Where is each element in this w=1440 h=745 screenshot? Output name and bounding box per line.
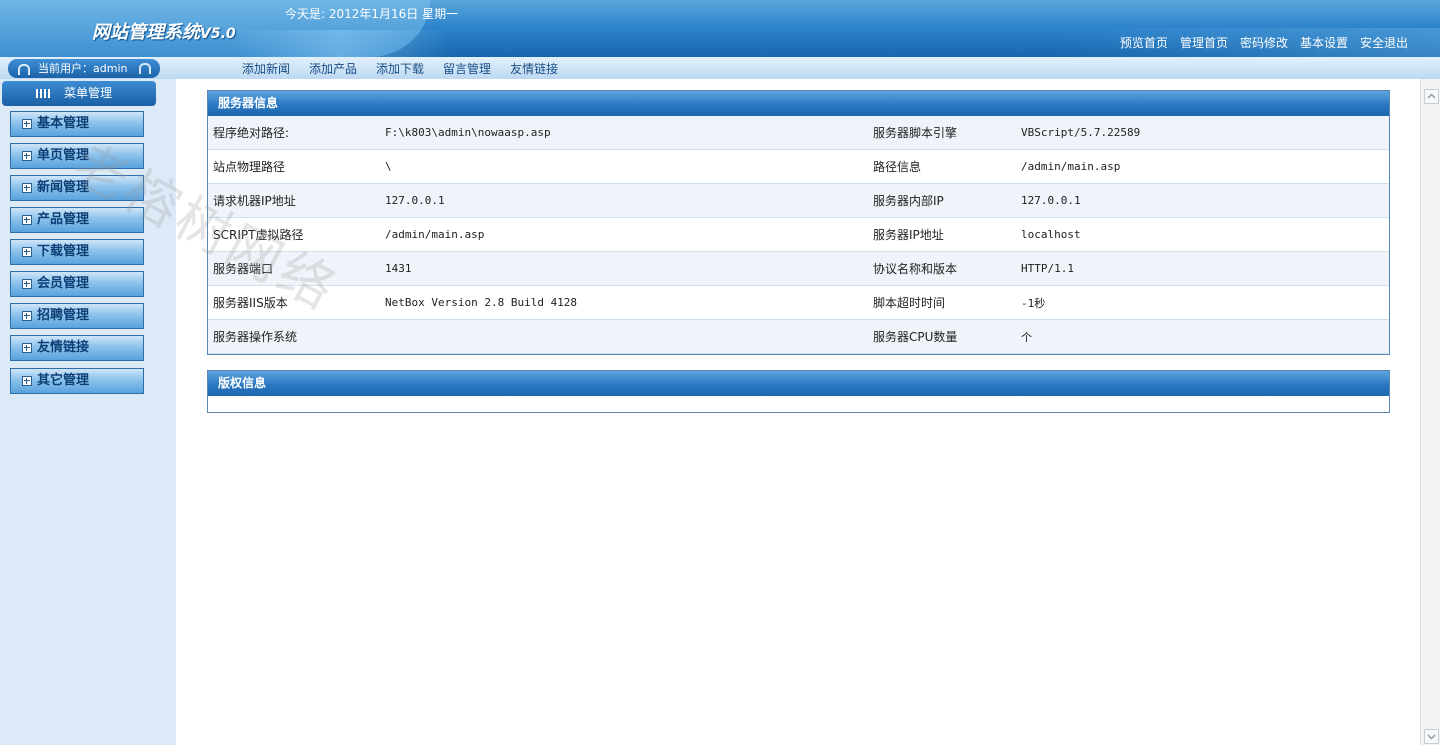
sidebar-item-news[interactable]: 新闻管理	[10, 175, 144, 201]
info-value: -1秒	[1021, 285, 1389, 320]
scroll-down-icon[interactable]	[1424, 729, 1439, 744]
info-label: 服务器IP地址	[868, 217, 1021, 252]
copyright-panel: 版权信息	[207, 370, 1390, 413]
app-logo: 网站管理系统V5.0	[92, 18, 236, 44]
sub-toolbar: 当前用户：admin 添加新闻 添加产品 添加下载 留言管理 友情链接	[0, 57, 1440, 80]
sidebar-item-friend-links[interactable]: 友情链接	[10, 335, 144, 361]
top-header: 网站管理系统V5.0 今天是: 2012年1月16日 星期一 预览首页 管理首页…	[0, 0, 1440, 57]
table-row: SCRIPT虚拟路径/admin/main.asp 服务器IP地址 localhos…	[208, 217, 1389, 252]
expand-plus-icon	[22, 215, 32, 225]
sidebar-item-products[interactable]: 产品管理	[10, 207, 144, 233]
sidebar-item-basic[interactable]: 基本管理	[10, 111, 144, 137]
sidebar-item-jobs[interactable]: 招聘管理	[10, 303, 144, 329]
sidebar-item-label: 产品管理	[37, 212, 90, 227]
logo-version: V5.0	[200, 26, 236, 42]
info-label: 协议名称和版本	[868, 251, 1021, 286]
info-value: 个	[1021, 319, 1389, 354]
info-value: localhost	[1021, 217, 1389, 252]
info-label: 服务器CPU数量	[868, 319, 1021, 354]
scroll-up-icon[interactable]	[1424, 89, 1439, 104]
sidebar-item-label: 会员管理	[37, 276, 90, 291]
sidebar-item-label: 单页管理	[37, 148, 90, 163]
top-nav-logout[interactable]: 安全退出	[1360, 34, 1408, 51]
info-value: VBScript/5.7.22589	[1021, 116, 1389, 150]
quick-nav-add-news[interactable]: 添加新闻	[242, 60, 290, 77]
expand-plus-icon	[22, 343, 32, 353]
top-nav: 预览首页 管理首页 密码修改 基本设置 安全退出	[1120, 34, 1408, 51]
info-value: 1431	[385, 251, 868, 286]
info-value: /admin/main.asp	[1021, 149, 1389, 184]
server-info-title: 服务器信息	[208, 91, 1389, 116]
info-value	[385, 319, 868, 354]
expand-plus-icon	[22, 311, 32, 321]
table-row: 服务器端口 1431 协议名称和版本 HTTP/1.1	[208, 251, 1389, 286]
expand-plus-icon	[22, 119, 32, 129]
top-nav-preview-home[interactable]: 预览首页	[1120, 34, 1168, 51]
expand-plus-icon	[22, 279, 32, 289]
info-value: F:\k803\admin\nowaasp.asp	[385, 116, 868, 150]
info-label: 站点物理路径	[208, 149, 385, 184]
info-label: 请求机器IP地址	[208, 183, 385, 218]
quick-nav-guestbook[interactable]: 留言管理	[443, 60, 491, 77]
hook-icon	[18, 63, 30, 75]
info-value: NetBox Version 2.8 Build 4128	[385, 285, 868, 320]
info-label: 服务器端口	[208, 251, 385, 286]
sidebar-item-single-page[interactable]: 单页管理	[10, 143, 144, 169]
quick-nav-add-download[interactable]: 添加下载	[376, 60, 424, 77]
info-value: \	[385, 149, 868, 184]
logo-text: 网站管理系统	[92, 22, 200, 43]
current-user-badge: 当前用户：admin	[8, 59, 160, 78]
header-highlight	[230, 30, 450, 57]
vertical-scrollbar[interactable]	[1420, 79, 1440, 745]
info-label: 服务器IIS版本	[208, 285, 385, 320]
info-label: 服务器脚本引擎	[868, 116, 1021, 150]
info-label: 程序绝对路径:	[208, 116, 385, 150]
table-row: 程序绝对路径: F:\k803\admin\nowaasp.asp 服务器脚本引擎 V…	[208, 116, 1389, 150]
top-nav-basic-settings[interactable]: 基本设置	[1300, 34, 1348, 51]
top-nav-admin-home[interactable]: 管理首页	[1180, 34, 1228, 51]
info-label: SCRIPT虚拟路径	[208, 217, 385, 252]
sidebar-item-label: 招聘管理	[37, 308, 90, 323]
quick-nav-add-product[interactable]: 添加产品	[309, 60, 357, 77]
server-info-table: 程序绝对路径: F:\k803\admin\nowaasp.asp 服务器脚本引擎 V…	[208, 116, 1389, 354]
quick-nav-friend-links[interactable]: 友情链接	[510, 60, 558, 77]
info-value: 127.0.0.1	[385, 183, 868, 218]
table-row: 请求机器IP地址 127.0.0.1 服务器内部IP 127.0.0.1	[208, 183, 1389, 218]
menu-header: 菜单管理	[2, 81, 156, 106]
sidebar-item-label: 其它管理	[37, 373, 90, 388]
sidebar: 菜单管理 基本管理 单页管理 新闻管理 产品管理 下载管理 会员管理 招聘管理 …	[0, 79, 176, 745]
sidebar-item-label: 友情链接	[37, 340, 90, 355]
menu-header-label: 菜单管理	[64, 86, 113, 100]
table-row: 站点物理路径 \ 路径信息/admin/main.asp	[208, 149, 1389, 184]
table-row: 服务器IIS版本 NetBox Version 2.8 Build 4128 脚本超…	[208, 285, 1389, 320]
expand-plus-icon	[22, 183, 32, 193]
sidebar-item-label: 新闻管理	[37, 180, 90, 195]
expand-plus-icon	[22, 376, 32, 386]
info-label: 服务器内部IP	[868, 183, 1021, 218]
info-value: 127.0.0.1	[1021, 183, 1389, 218]
main-content: 服务器信息 程序绝对路径: F:\k803\admin\nowaasp.asp 服务…	[176, 79, 1420, 745]
sidebar-item-label: 下载管理	[37, 244, 90, 259]
sidebar-item-members[interactable]: 会员管理	[10, 271, 144, 297]
date-display: 今天是: 2012年1月16日 星期一	[285, 7, 459, 21]
server-info-panel: 服务器信息 程序绝对路径: F:\k803\admin\nowaasp.asp 服务…	[207, 90, 1390, 355]
expand-plus-icon	[22, 151, 32, 161]
info-label: 服务器操作系统	[208, 319, 385, 354]
table-row: 服务器操作系统 服务器CPU数量个	[208, 319, 1389, 354]
top-nav-change-password[interactable]: 密码修改	[1240, 34, 1288, 51]
info-value: /admin/main.asp	[385, 217, 868, 252]
quick-nav: 添加新闻 添加产品 添加下载 留言管理 友情链接	[242, 60, 558, 77]
info-label: 脚本超时时间	[868, 285, 1021, 320]
hook-icon	[139, 63, 151, 74]
info-label: 路径信息	[868, 149, 1021, 184]
sidebar-item-downloads[interactable]: 下载管理	[10, 239, 144, 265]
copyright-title: 版权信息	[208, 371, 1389, 396]
grid-icon	[36, 89, 50, 98]
expand-plus-icon	[22, 247, 32, 257]
info-value: HTTP/1.1	[1021, 251, 1389, 286]
sidebar-item-label: 基本管理	[37, 116, 90, 131]
current-user-label: 当前用户：admin	[38, 62, 128, 75]
sidebar-item-other[interactable]: 其它管理	[10, 368, 144, 394]
